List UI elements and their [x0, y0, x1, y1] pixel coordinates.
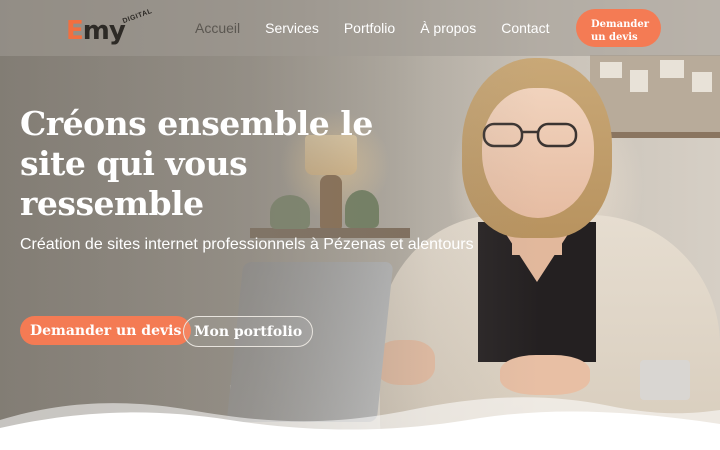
- logo-wordmark: Emy: [66, 16, 126, 46]
- nav-link-accueil[interactable]: Accueil: [195, 20, 240, 36]
- nav-link-contact[interactable]: Contact: [501, 20, 549, 36]
- nav-quote-button[interactable]: Demander un devis: [576, 9, 661, 47]
- navbar: Emy DIGITAL Accueil Services Portfolio À…: [0, 0, 720, 56]
- nav-link-a-propos[interactable]: À propos: [420, 20, 476, 36]
- quote-request-button[interactable]: Demander un devis: [20, 316, 192, 345]
- main-nav: Accueil Services Portfolio À propos Cont…: [195, 0, 574, 56]
- portfolio-button[interactable]: Mon portfolio: [183, 316, 314, 347]
- nav-link-services[interactable]: Services: [265, 20, 319, 36]
- hero-section: Emy DIGITAL Accueil Services Portfolio À…: [0, 0, 720, 450]
- hero-headline: Créons ensemble le site qui vous ressemb…: [20, 104, 373, 223]
- logo-subtitle: DIGITAL: [121, 7, 154, 26]
- nav-link-portfolio[interactable]: Portfolio: [344, 20, 395, 36]
- brand-logo[interactable]: Emy DIGITAL: [66, 8, 156, 46]
- hero-subtitle: Création de sites internet professionnel…: [20, 236, 474, 253]
- wave-divider: [0, 397, 720, 450]
